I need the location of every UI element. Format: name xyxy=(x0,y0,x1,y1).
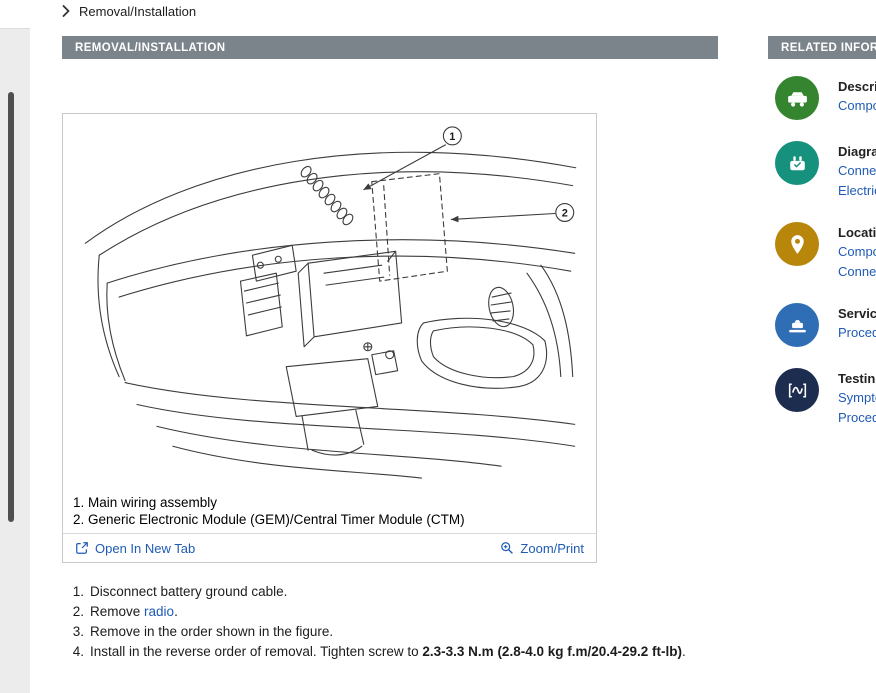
torque-spec: 2.3-3.3 N.m (2.8-4.0 kg f.m/20.4-29.2 ft… xyxy=(422,644,682,659)
related-link[interactable]: Components xyxy=(838,96,876,116)
figure-illustration: 1 2 xyxy=(63,114,596,494)
related-link[interactable]: Electrical Diagrams xyxy=(838,181,876,201)
related-link[interactable]: Connector Views xyxy=(838,161,876,181)
chevron-right-icon xyxy=(62,5,70,17)
related-item-locations: Locations Component Locations Connector … xyxy=(775,222,876,282)
open-in-new-tab-label: Open In New Tab xyxy=(95,541,195,556)
figure-caption: 1. Main wiring assembly 2. Generic Elect… xyxy=(63,494,596,533)
zoom-print-link[interactable]: Zoom/Print xyxy=(500,541,584,556)
waveform-icon[interactable] xyxy=(775,368,819,412)
related-info-panel: Description Components Diagrams Connecto… xyxy=(775,76,876,428)
figure-caption-line-2: 2. Generic Electronic Module (GEM)/Centr… xyxy=(73,511,586,528)
related-title: Locations xyxy=(838,223,876,242)
related-link[interactable]: Procedures xyxy=(838,323,876,343)
left-rail xyxy=(0,28,30,693)
step-text: Install in the reverse order of removal.… xyxy=(90,642,686,662)
step-item: 1. Disconnect battery ground cable. xyxy=(64,582,864,602)
figure-footer: Open In New Tab Zoom/Print xyxy=(63,533,596,562)
location-pin-icon[interactable] xyxy=(775,222,819,266)
related-title: Diagrams xyxy=(838,142,876,161)
step-text: Disconnect battery ground cable. xyxy=(90,582,287,602)
wiring-chain xyxy=(299,165,355,227)
vehicle-icon[interactable] xyxy=(775,76,819,120)
step-number: 4. xyxy=(64,642,84,662)
open-in-new-tab-icon xyxy=(75,541,89,555)
related-info-header: RELATED INFORMATION xyxy=(768,36,876,59)
related-link[interactable]: Component Locations xyxy=(838,242,876,262)
step-item: 3. Remove in the order shown in the figu… xyxy=(64,622,864,642)
radio-link[interactable]: radio xyxy=(144,604,174,619)
breadcrumb[interactable]: Removal/Installation xyxy=(62,0,196,22)
zoom-icon xyxy=(500,541,514,555)
vertical-scrollbar-thumb[interactable] xyxy=(8,92,14,522)
related-link[interactable]: Connector Locations xyxy=(838,262,876,282)
related-item-diagrams: Diagrams Connector Views Electrical Diag… xyxy=(775,141,876,201)
step-number: 3. xyxy=(64,622,84,642)
figure-caption-line-1: 1. Main wiring assembly xyxy=(73,494,586,511)
step-text: Remove radio. xyxy=(90,602,178,622)
related-link[interactable]: Procedures xyxy=(838,408,876,428)
zoom-print-label: Zoom/Print xyxy=(520,541,584,556)
connector-icon[interactable] xyxy=(775,141,819,185)
related-title: Service and Repair xyxy=(838,304,876,323)
related-title: Description xyxy=(838,77,876,96)
step-item: 2. Remove radio. xyxy=(64,602,864,622)
callout-1-label: 1 xyxy=(449,131,455,143)
related-item-service: Service and Repair Procedures xyxy=(775,303,876,347)
open-in-new-tab-link[interactable]: Open In New Tab xyxy=(75,541,195,556)
step-item: 4. Install in the reverse order of remov… xyxy=(64,642,864,662)
related-item-description: Description Components xyxy=(775,76,876,120)
callout-2-label: 2 xyxy=(562,207,568,219)
related-title: Testing xyxy=(838,369,876,388)
related-item-testing: Testing Symptoms Procedures xyxy=(775,368,876,428)
service-lift-icon[interactable] xyxy=(775,303,819,347)
procedure-steps: 1. Disconnect battery ground cable. 2. R… xyxy=(64,582,864,662)
step-number: 2. xyxy=(64,602,84,622)
step-number: 1. xyxy=(64,582,84,602)
figure-panel: 1 2 1. Main wiring assembly 2. Generic E… xyxy=(62,113,597,563)
breadcrumb-label[interactable]: Removal/Installation xyxy=(79,4,196,19)
step-text: Remove in the order shown in the figure. xyxy=(90,622,333,642)
related-link[interactable]: Symptoms xyxy=(838,388,876,408)
section-header-removal-installation: REMOVAL/INSTALLATION xyxy=(62,36,718,59)
